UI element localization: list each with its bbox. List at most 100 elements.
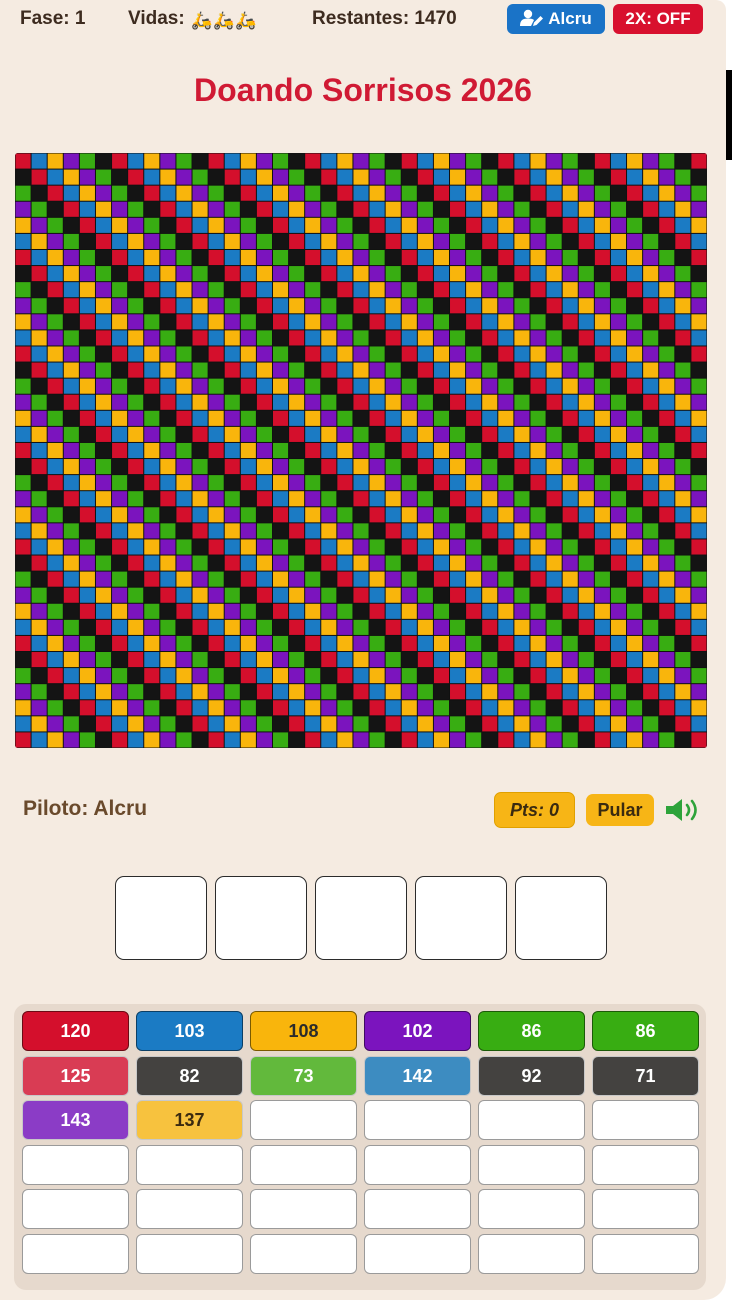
mosaic-tile[interactable] <box>385 539 401 555</box>
mosaic-tile[interactable] <box>208 153 224 169</box>
mosaic-tile[interactable] <box>95 732 112 748</box>
mosaic-tile[interactable] <box>417 217 433 233</box>
mosaic-tile[interactable] <box>289 346 305 362</box>
mosaic-tile[interactable] <box>659 426 675 442</box>
mosaic-tile[interactable] <box>691 217 707 233</box>
mosaic-tile[interactable] <box>417 652 433 668</box>
mosaic-tile[interactable] <box>450 217 466 233</box>
mosaic-tile[interactable] <box>482 394 498 410</box>
mosaic-tile[interactable] <box>256 459 272 475</box>
mosaic-tile[interactable] <box>514 217 530 233</box>
mosaic-tile[interactable] <box>160 555 176 571</box>
mosaic-tile[interactable] <box>192 459 208 475</box>
mosaic-tile[interactable] <box>417 491 433 507</box>
mosaic-tile[interactable] <box>176 684 192 700</box>
mosaic-tile[interactable] <box>63 426 79 442</box>
mosaic-tile[interactable] <box>482 249 498 266</box>
mosaic-tile[interactable] <box>15 716 31 732</box>
mosaic-tile[interactable] <box>31 282 47 298</box>
mosaic-tile[interactable] <box>482 153 498 169</box>
mosaic-tile[interactable] <box>659 442 675 459</box>
mosaic-tile[interactable] <box>514 652 530 668</box>
mosaic-tile[interactable] <box>272 217 289 233</box>
mosaic-tile[interactable] <box>369 555 385 571</box>
mosaic-tile[interactable] <box>305 298 321 314</box>
mosaic-tile[interactable] <box>417 314 433 330</box>
mosaic-tile[interactable] <box>256 153 272 169</box>
mosaic-tile[interactable] <box>353 732 369 748</box>
mosaic-tile[interactable] <box>594 459 610 475</box>
mosaic-tile[interactable] <box>546 491 562 507</box>
mosaic-tile[interactable] <box>176 668 192 684</box>
mosaic-tile[interactable] <box>337 587 353 603</box>
mosaic-tile[interactable] <box>691 233 707 249</box>
mosaic-tile[interactable] <box>675 378 691 394</box>
mosaic-tile[interactable] <box>224 394 240 410</box>
mosaic-tile[interactable] <box>63 619 79 635</box>
mosaic-tile[interactable] <box>417 732 433 748</box>
mosaic-tile[interactable] <box>385 442 401 459</box>
mosaic-tile[interactable] <box>112 619 128 635</box>
mosaic-tile[interactable] <box>466 716 482 732</box>
mosaic-tile[interactable] <box>256 700 272 716</box>
mosaic-tile[interactable] <box>160 732 176 748</box>
mosaic-tile[interactable] <box>482 185 498 201</box>
mosaic-tile[interactable] <box>272 587 289 603</box>
mosaic-tile[interactable] <box>272 201 289 217</box>
mosaic-tile[interactable] <box>643 668 659 684</box>
mosaic-tile[interactable] <box>208 652 224 668</box>
mosaic-tile[interactable] <box>31 652 47 668</box>
mosaic-tile[interactable] <box>256 619 272 635</box>
mosaic-tile[interactable] <box>401 603 417 619</box>
mosaic-tile[interactable] <box>79 362 95 378</box>
mosaic-tile[interactable] <box>498 523 514 539</box>
mosaic-tile[interactable] <box>433 555 450 571</box>
mosaic-tile[interactable] <box>675 619 691 635</box>
mosaic-tile[interactable] <box>675 668 691 684</box>
mosaic-tile[interactable] <box>240 298 256 314</box>
mosaic-tile[interactable] <box>546 378 562 394</box>
mosaic-tile[interactable] <box>643 539 659 555</box>
mosaic-tile[interactable] <box>15 684 31 700</box>
mosaic-tile[interactable] <box>610 555 627 571</box>
mosaic-tile[interactable] <box>289 635 305 652</box>
mosaic-tile[interactable] <box>31 475 47 491</box>
mosaic-tile[interactable] <box>63 298 79 314</box>
mosaic-tile[interactable] <box>643 233 659 249</box>
mosaic-tile[interactable] <box>176 233 192 249</box>
mosaic-tile[interactable] <box>337 507 353 523</box>
mosaic-tile[interactable] <box>176 410 192 426</box>
mosaic-tile[interactable] <box>112 587 128 603</box>
mosaic-tile[interactable] <box>224 523 240 539</box>
mosaic-tile[interactable] <box>643 314 659 330</box>
mosaic-tile[interactable] <box>562 587 578 603</box>
mosaic-tile[interactable] <box>530 201 546 217</box>
mosaic-tile[interactable] <box>659 571 675 587</box>
mosaic-tile[interactable] <box>95 330 112 346</box>
mosaic-tile[interactable] <box>337 314 353 330</box>
mosaic-tile[interactable] <box>466 282 482 298</box>
mosaic-tile[interactable] <box>610 410 627 426</box>
mosaic-tile[interactable] <box>594 217 610 233</box>
mosaic-tile[interactable] <box>627 587 643 603</box>
mosaic-tile[interactable] <box>256 314 272 330</box>
mosaic-tile[interactable] <box>417 684 433 700</box>
mosaic-tile[interactable] <box>272 652 289 668</box>
mosaic-tile[interactable] <box>305 619 321 635</box>
color-count-cell[interactable]: 102 <box>364 1011 471 1051</box>
mosaic-tile[interactable] <box>594 539 610 555</box>
mosaic-tile[interactable] <box>578 282 594 298</box>
mosaic-tile[interactable] <box>643 378 659 394</box>
mosaic-tile[interactable] <box>272 716 289 732</box>
mosaic-tile[interactable] <box>498 635 514 652</box>
mosaic-tile[interactable] <box>305 732 321 748</box>
mosaic-tile[interactable] <box>176 394 192 410</box>
mosaic-tile[interactable] <box>659 555 675 571</box>
mosaic-tile[interactable] <box>305 266 321 282</box>
mosaic-tile[interactable] <box>95 282 112 298</box>
mosaic-tile[interactable] <box>79 732 95 748</box>
mosaic-tile[interactable] <box>450 314 466 330</box>
mosaic-tile[interactable] <box>240 571 256 587</box>
mosaic-tile[interactable] <box>160 201 176 217</box>
mosaic-tile[interactable] <box>79 442 95 459</box>
